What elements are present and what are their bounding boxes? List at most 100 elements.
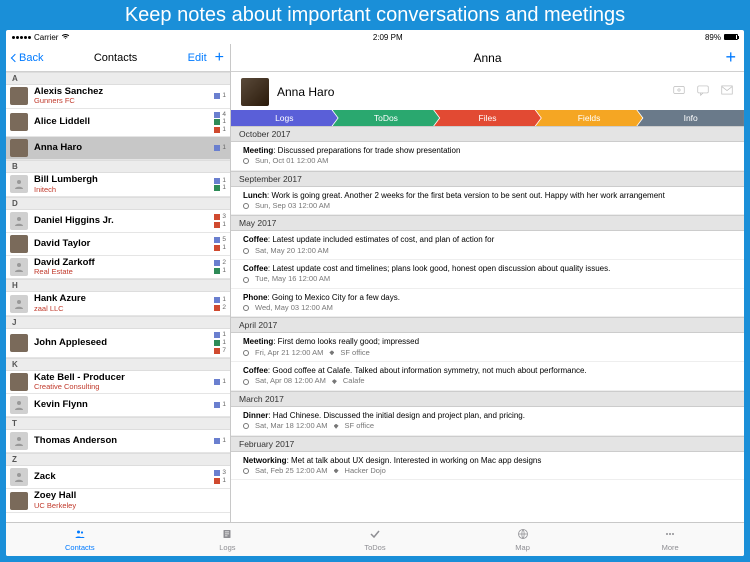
clock-label: 2:09 PM: [373, 33, 403, 42]
detail-title: Anna: [473, 51, 501, 65]
wifi-icon: [61, 33, 70, 42]
contact-company-label: UC Berkeley: [34, 502, 206, 510]
contact-row[interactable]: David ZarkoffReal Estate21: [6, 256, 230, 280]
tab-files[interactable]: Files: [434, 110, 541, 126]
tabbar-map[interactable]: Map: [449, 523, 597, 556]
contacts-icon: [73, 528, 87, 542]
contact-row[interactable]: Zack31: [6, 466, 230, 489]
section-header: A: [6, 72, 230, 85]
avatar: [10, 87, 28, 105]
tabbar-label: Logs: [219, 543, 235, 552]
log-entry[interactable]: Coffee: Latest update cost and timelines…: [231, 260, 744, 289]
row-badges: 51: [206, 236, 226, 252]
mail-icon[interactable]: [720, 83, 734, 102]
contact-list: AAlexis SanchezGunners FC1Alice Liddell4…: [6, 72, 230, 522]
add-contact-button[interactable]: +: [215, 50, 224, 66]
battery-icon: [724, 34, 738, 40]
tab-info[interactable]: Info: [637, 110, 744, 126]
contact-company-label: Creative Consulting: [34, 383, 206, 391]
clock-icon: [243, 248, 249, 254]
log-entry[interactable]: Dinner: Had Chinese. Discussed the initi…: [231, 407, 744, 436]
tabbar-more[interactable]: More: [596, 523, 744, 556]
avatar: [10, 373, 28, 391]
log-entry[interactable]: Phone: Going to Mexico City for a few da…: [231, 289, 744, 318]
contact-row[interactable]: Kevin Flynn1: [6, 394, 230, 417]
carrier-label: Carrier: [34, 33, 58, 42]
contact-name-label: Alice Liddell: [34, 117, 206, 127]
contact-row[interactable]: John Appleseed117: [6, 329, 230, 357]
section-header: J: [6, 316, 230, 329]
log-entry[interactable]: Meeting: First demo looks really good; i…: [231, 333, 744, 362]
contact-name-label: David Taylor: [34, 239, 206, 249]
month-header: February 2017: [231, 436, 744, 452]
back-label: Back: [19, 52, 43, 64]
row-badges: 31: [206, 469, 226, 485]
log-list: October 2017Meeting: Discussed preparati…: [231, 126, 744, 522]
tabbar-label: Contacts: [65, 543, 95, 552]
section-header: H: [6, 279, 230, 292]
contact-name-label: John Appleseed: [34, 338, 206, 348]
back-button[interactable]: Back: [12, 52, 43, 64]
map-icon: [516, 528, 530, 542]
month-header: March 2017: [231, 391, 744, 407]
log-entry[interactable]: Coffee: Good coffee at Calafe. Talked ab…: [231, 362, 744, 391]
chevron-left-icon: [11, 53, 19, 61]
row-badges: 411: [206, 111, 226, 134]
tabbar-logs[interactable]: Logs: [154, 523, 302, 556]
add-log-button[interactable]: +: [725, 47, 736, 68]
signal-icon: [12, 36, 31, 39]
avatar: [10, 334, 28, 352]
avatar: [10, 258, 28, 276]
log-entry[interactable]: Networking: Met at talk about UX design.…: [231, 452, 744, 481]
tabbar-todos[interactable]: ToDos: [301, 523, 449, 556]
contact-row[interactable]: Hank Azurezaal LLC12: [6, 292, 230, 316]
tab-todos[interactable]: ToDos: [333, 110, 440, 126]
tab-fields[interactable]: Fields: [536, 110, 643, 126]
log-entry[interactable]: Lunch: Work is going great. Another 2 we…: [231, 187, 744, 216]
contact-name-label: Thomas Anderson: [34, 436, 206, 446]
row-badges: 11: [206, 177, 226, 193]
message-icon[interactable]: [696, 83, 710, 102]
logs-icon: [220, 528, 234, 542]
phone-icon[interactable]: [672, 83, 686, 102]
avatar: [10, 113, 28, 131]
row-badges: 21: [206, 259, 226, 275]
contact-row[interactable]: Alice Liddell411: [6, 109, 230, 137]
clock-icon: [243, 203, 249, 209]
clock-icon: [243, 305, 249, 311]
tabbar-label: More: [662, 543, 679, 552]
avatar: [10, 396, 28, 414]
section-header: Z: [6, 453, 230, 466]
contact-name-label: Daniel Higgins Jr.: [34, 216, 206, 226]
contact-row[interactable]: Thomas Anderson1: [6, 430, 230, 453]
contact-row[interactable]: Zoey HallUC Berkeley: [6, 489, 230, 513]
contact-company-label: Gunners FC: [34, 97, 206, 105]
contact-name-label: Bill Lumbergh: [34, 175, 206, 185]
tabbar-contacts[interactable]: Contacts: [6, 523, 154, 556]
contact-row[interactable]: Kate Bell - ProducerCreative Consulting1: [6, 371, 230, 395]
month-header: October 2017: [231, 126, 744, 142]
avatar: [10, 492, 28, 510]
contact-row[interactable]: Alexis SanchezGunners FC1: [6, 85, 230, 109]
contact-row[interactable]: Daniel Higgins Jr.31: [6, 210, 230, 233]
contact-name: Anna Haro: [277, 85, 334, 99]
tabbar-label: Map: [515, 543, 530, 552]
contact-company-label: zaal LLC: [34, 305, 206, 313]
contact-row[interactable]: Bill LumberghInitech11: [6, 173, 230, 197]
section-header: B: [6, 160, 230, 173]
contact-company-label: Real Estate: [34, 268, 206, 276]
log-entry[interactable]: Coffee: Latest update included estimates…: [231, 231, 744, 260]
avatar: [10, 235, 28, 253]
tab-logs[interactable]: Logs: [231, 110, 338, 126]
contact-name-label: Kevin Flynn: [34, 400, 206, 410]
clock-icon: [243, 158, 249, 164]
more-icon: [663, 528, 677, 542]
avatar: [10, 468, 28, 486]
avatar: [10, 139, 28, 157]
avatar: [10, 175, 28, 193]
contact-row[interactable]: David Taylor51: [6, 233, 230, 256]
edit-button[interactable]: Edit: [188, 52, 207, 64]
contact-row[interactable]: Anna Haro1: [6, 137, 230, 160]
row-badges: 12: [206, 296, 226, 312]
log-entry[interactable]: Meeting: Discussed preparations for trad…: [231, 142, 744, 171]
